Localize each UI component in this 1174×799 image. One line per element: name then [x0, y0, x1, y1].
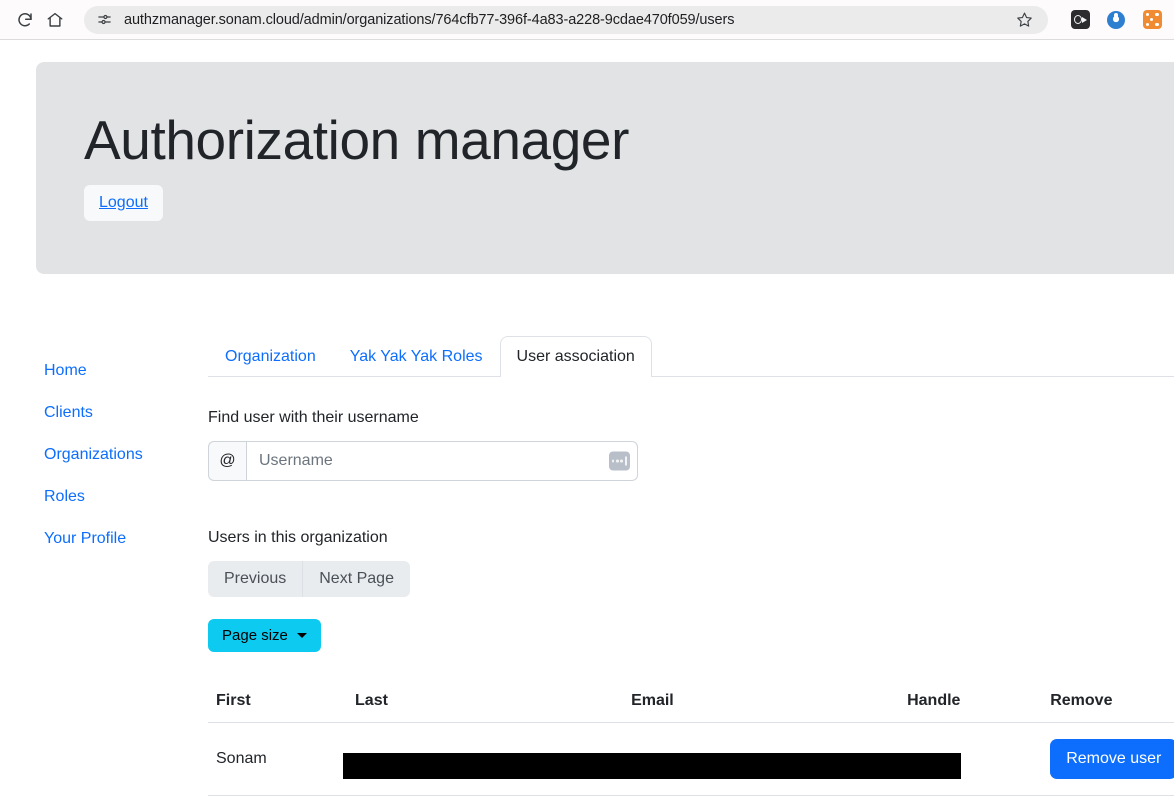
sidebar-item-organizations[interactable]: Organizations: [44, 446, 208, 464]
logout-label: Logout: [99, 193, 148, 211]
address-bar[interactable]: authzmanager.sonam.cloud/admin/organizat…: [84, 5, 1048, 34]
find-user-label: Find user with their username: [208, 409, 419, 426]
users-table: First Last Email Handle Remove Sonam Rem…: [208, 692, 1174, 796]
tab-yak-yak-yak-roles[interactable]: Yak Yak Yak Roles: [333, 336, 500, 377]
column-header-first: First: [208, 692, 348, 723]
previous-page-button[interactable]: Previous: [208, 561, 304, 597]
username-input-group: @: [208, 441, 638, 481]
column-header-remove: Remove: [1042, 692, 1174, 723]
logout-button[interactable]: Logout: [84, 184, 163, 221]
main-content: Organization Yak Yak Yak Roles User asso…: [208, 336, 1174, 796]
tab-user-association[interactable]: User association: [499, 336, 652, 377]
extension-icon-dark[interactable]: [1070, 10, 1090, 30]
extension-icon-blue[interactable]: [1106, 10, 1126, 30]
sidebar-item-clients[interactable]: Clients: [44, 404, 208, 422]
cell-remove: Remove user: [1042, 722, 1174, 796]
password-manager-icon[interactable]: [609, 451, 630, 471]
sidebar-item-home[interactable]: Home: [44, 362, 208, 380]
page-size-label: Page size: [222, 627, 288, 644]
next-page-button[interactable]: Next Page: [303, 561, 410, 597]
pagination-button-group: Previous Next Page: [208, 561, 410, 597]
url-text: authzmanager.sonam.cloud/admin/organizat…: [124, 11, 735, 28]
content-row: Home Clients Organizations Roles Your Pr…: [0, 336, 1174, 796]
page-size-dropdown[interactable]: Page size: [208, 619, 321, 652]
browser-toolbar: authzmanager.sonam.cloud/admin/organizat…: [0, 0, 1174, 40]
sidebar-item-your-profile[interactable]: Your Profile: [44, 530, 208, 548]
username-input-wrapper[interactable]: [246, 441, 638, 481]
search-input[interactable]: [247, 442, 637, 480]
tab-organization[interactable]: Organization: [208, 336, 333, 377]
chevron-down-icon: [296, 633, 307, 638]
at-symbol-icon: @: [208, 441, 246, 481]
redaction-bar: [343, 753, 961, 779]
extensions-tray: [1056, 10, 1164, 30]
page-title: Authorization manager: [84, 109, 629, 171]
tab-bar: Organization Yak Yak Yak Roles User asso…: [208, 336, 1174, 377]
sidebar: Home Clients Organizations Roles Your Pr…: [0, 336, 208, 548]
column-header-handle: Handle: [899, 692, 1043, 723]
star-icon[interactable]: [1012, 8, 1036, 32]
cell-first: Sonam: [208, 722, 348, 796]
page-header-jumbotron: Authorization manager Logout: [36, 62, 1174, 274]
site-settings-icon[interactable]: [94, 10, 114, 30]
column-header-email: Email: [623, 692, 900, 723]
column-header-last: Last: [347, 692, 624, 723]
page-viewport: Authorization manager Logout Home Client…: [0, 40, 1174, 799]
extension-icon-orange[interactable]: [1142, 10, 1162, 30]
sidebar-item-roles[interactable]: Roles: [44, 488, 208, 506]
remove-user-button[interactable]: Remove user: [1050, 739, 1174, 779]
reload-icon[interactable]: [10, 5, 40, 35]
table-header-row: First Last Email Handle Remove: [208, 692, 1174, 723]
users-section-label: Users in this organization: [208, 529, 388, 546]
home-icon[interactable]: [40, 5, 70, 35]
